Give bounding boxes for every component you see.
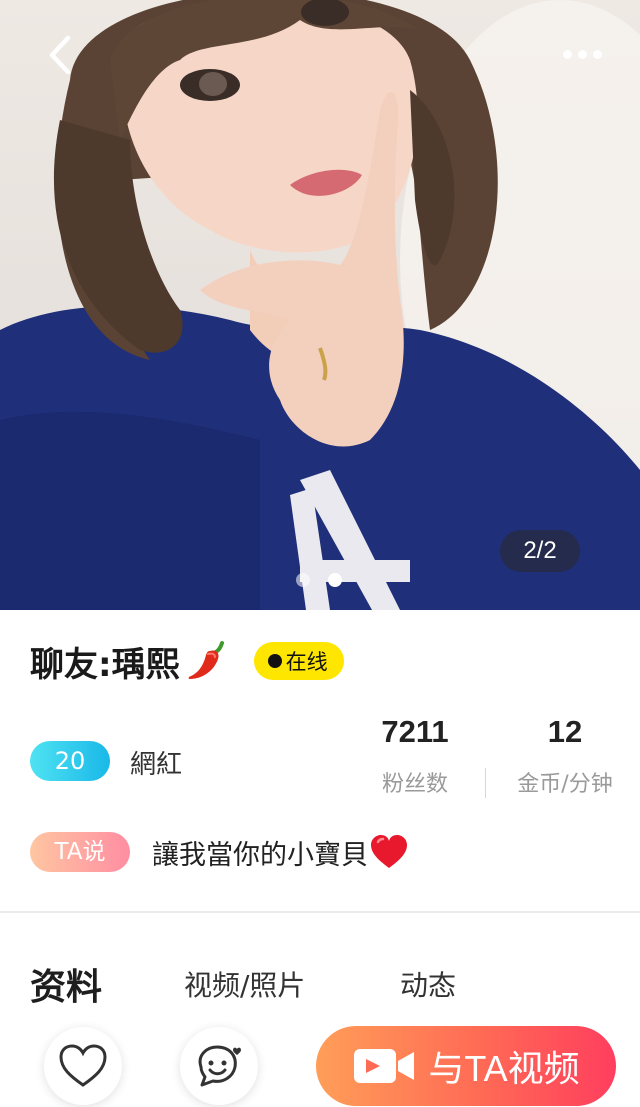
profile-name: 聊友:瑀熙: [30, 644, 180, 685]
chat-face-icon: [198, 1045, 241, 1087]
tab-profile-info[interactable]: 资料: [30, 958, 102, 1010]
more-dot: [562, 49, 572, 59]
photo-page-dots: [296, 573, 342, 587]
heart-icon: [59, 1044, 107, 1087]
status-dot-icon: [267, 654, 282, 668]
profile-photo-image: [0, 0, 640, 610]
page-dot-active[interactable]: [328, 573, 342, 587]
rate-stat: 12 金币/分钟: [500, 712, 630, 798]
video-call-label: 与TA视频: [428, 1048, 580, 1089]
red-heart-icon: [371, 835, 407, 868]
level-badge: 20: [30, 741, 110, 781]
section-divider: [0, 911, 640, 913]
rate-value: 12: [547, 714, 583, 749]
online-status-badge: 在线: [253, 642, 344, 680]
name-row: 聊友:瑀熙 在线: [30, 636, 344, 686]
tab-videos-photos[interactable]: 视频/照片: [184, 964, 305, 1004]
chevron-left-icon: [49, 35, 71, 75]
video-call-button[interactable]: 与TA视频: [316, 1026, 616, 1106]
profile-photo[interactable]: 2/2: [0, 0, 640, 610]
more-button[interactable]: [554, 36, 610, 72]
chat-button[interactable]: [180, 1027, 258, 1105]
video-camera-icon: [354, 1049, 415, 1083]
like-button[interactable]: [44, 1027, 122, 1105]
level-title: 網紅: [130, 750, 183, 780]
more-dot: [577, 49, 587, 59]
more-dot: [592, 49, 602, 59]
online-status-label: 在线: [285, 650, 328, 674]
stats-divider: [485, 768, 486, 798]
fans-stat[interactable]: 7211 粉丝数: [350, 712, 480, 798]
fans-label: 粉丝数: [381, 772, 448, 797]
fans-count: 7211: [381, 714, 449, 749]
back-button[interactable]: [38, 30, 88, 80]
ta-says-text: 讓我當你的小寶貝: [152, 839, 368, 871]
ta-says-badge: TA说: [30, 832, 130, 872]
photo-page-counter: 2/2: [500, 530, 580, 572]
page-dot[interactable]: [296, 573, 310, 587]
tab-moments[interactable]: 动态: [400, 964, 456, 1004]
chili-pepper-icon: [188, 641, 224, 679]
ta-says-row: 讓我當你的小寶貝: [152, 832, 408, 872]
rate-label: 金币/分钟: [517, 772, 613, 797]
